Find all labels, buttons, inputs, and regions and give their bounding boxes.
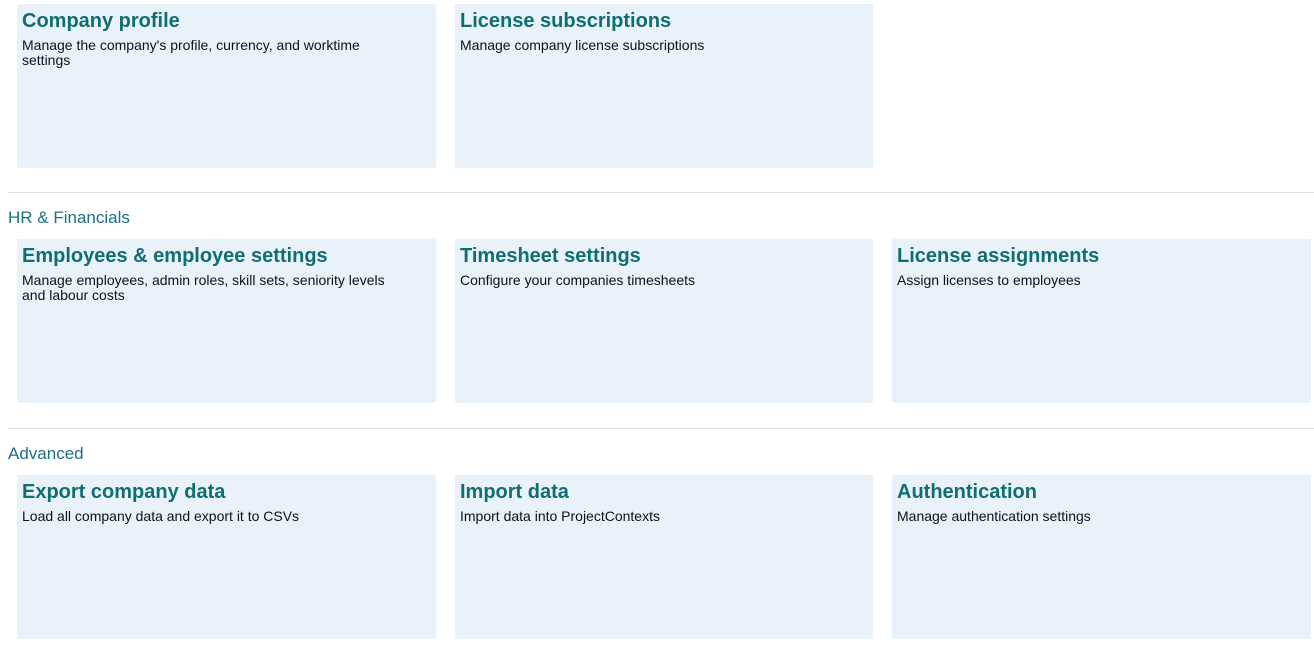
- advanced-row: Export company data Load all company dat…: [17, 475, 1311, 639]
- section-divider: [8, 428, 1314, 429]
- card-title: License assignments: [897, 245, 1100, 267]
- card-description: Manage employees, admin roles, skill set…: [22, 272, 385, 303]
- card-description: Import data into ProjectContexts: [460, 508, 660, 524]
- license-assignments-card[interactable]: License assignments Assign licenses to e…: [892, 239, 1311, 403]
- card-title: Export company data: [22, 481, 226, 503]
- authentication-card[interactable]: Authentication Manage authentication set…: [892, 475, 1311, 639]
- section-heading-hr-financials: HR & Financials: [8, 208, 130, 227]
- export-company-data-card[interactable]: Export company data Load all company dat…: [17, 475, 436, 639]
- employees-settings-card[interactable]: Employees & employee settings Manage emp…: [17, 239, 436, 403]
- card-title: Timesheet settings: [460, 245, 641, 267]
- hr-financials-row: Employees & employee settings Manage emp…: [17, 239, 1311, 403]
- timesheet-settings-card[interactable]: Timesheet settings Configure your compan…: [455, 239, 873, 403]
- card-title: Authentication: [897, 481, 1037, 503]
- license-subscriptions-card[interactable]: License subscriptions Manage company lic…: [455, 4, 873, 168]
- card-title: Company profile: [22, 10, 180, 32]
- card-title: Import data: [460, 481, 569, 503]
- card-description: Load all company data and export it to C…: [22, 508, 300, 524]
- card-description: Assign licenses to employees: [897, 272, 1081, 288]
- card-description: Manage company license subscriptions: [460, 37, 705, 53]
- section-heading-advanced: Advanced: [8, 444, 84, 463]
- import-data-card[interactable]: Import data Import data into ProjectCont…: [455, 475, 873, 639]
- settings-page: Company profile Manage the company's pro…: [0, 0, 1314, 651]
- card-title: Employees & employee settings: [22, 245, 328, 267]
- card-description: Manage the company's profile, currency, …: [22, 37, 360, 68]
- card-description: Manage authentication settings: [897, 508, 1091, 524]
- card-description: Configure your companies timesheets: [460, 272, 696, 288]
- card-title: License subscriptions: [460, 10, 672, 32]
- company-settings-row: Company profile Manage the company's pro…: [17, 4, 1311, 168]
- section-divider: [8, 192, 1314, 193]
- company-profile-card[interactable]: Company profile Manage the company's pro…: [17, 4, 436, 168]
